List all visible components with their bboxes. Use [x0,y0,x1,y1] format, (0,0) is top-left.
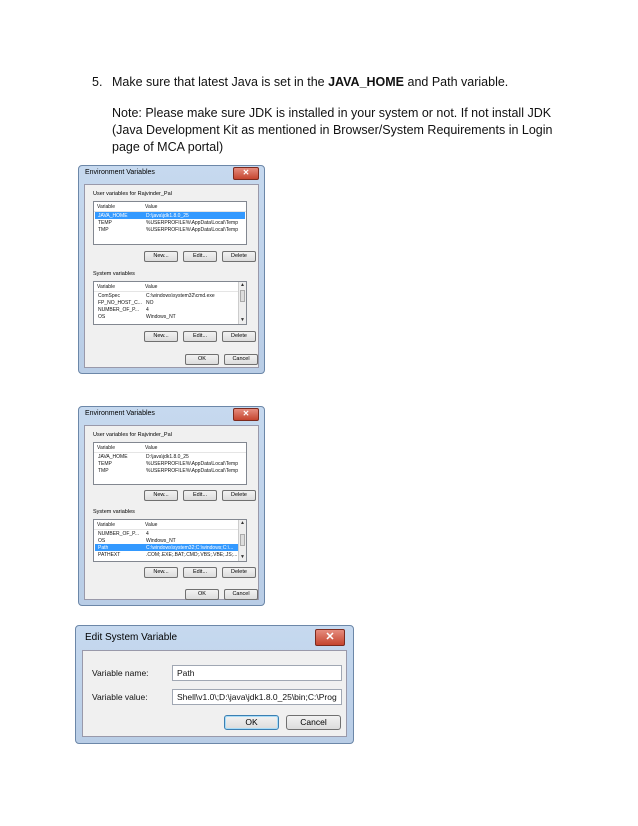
user-edit-button[interactable]: Edit... [183,490,217,501]
scrollbar[interactable]: ▲ ▼ [238,282,246,324]
close-icon[interactable]: ✕ [233,167,259,180]
ok-button[interactable]: OK [185,589,219,600]
system-edit-button[interactable]: Edit... [183,331,217,342]
dialog-title: Edit System Variable [85,632,178,643]
close-icon[interactable]: ✕ [233,408,259,421]
system-variables-label: System variables [93,271,135,277]
variable-value-field[interactable]: Shell\v1.0\;D:\java\jdk1.8.0_25\bin;C:\P… [172,689,342,705]
dialog-titlebar: Environment Variables ✕ [79,166,264,184]
system-variables-list[interactable]: Variable Value ComSpec C:\windows\system3… [93,281,247,325]
list-item[interactable]: Path C:\windows\system32;C:\windows;C:\..… [95,544,245,551]
system-variables-label: System variables [93,509,135,515]
list-header: Variable Value [94,443,246,453]
list-item[interactable]: NUMBER_OF_P... 4 [95,530,245,537]
scroll-thumb[interactable] [240,290,245,302]
ok-button[interactable]: OK [185,354,219,365]
user-variables-list[interactable]: Variable Value JAVA_HOME D:\java\jdk1.8.0… [93,201,247,245]
user-edit-button[interactable]: Edit... [183,251,217,262]
list-item[interactable]: FP_NO_HOST_C... NO [95,299,245,306]
dialog-titlebar: Environment Variables ✕ [79,407,264,425]
column-variable[interactable]: Variable [97,204,142,210]
user-new-button[interactable]: New... [144,490,178,501]
scroll-thumb[interactable] [240,534,245,546]
ok-button[interactable]: OK [224,715,279,730]
environment-variables-dialog-1: Environment Variables ✕ User variables f… [78,165,265,374]
system-new-button[interactable]: New... [144,331,178,342]
user-variables-label: User variables for Rajvinder_Pal [93,432,172,438]
list-item[interactable]: TMP %USERPROFILE%\AppData\Local\Temp [95,467,245,474]
scroll-down-icon[interactable]: ▼ [239,317,246,324]
system-delete-button[interactable]: Delete [222,567,256,578]
list-header: Variable Value [94,520,246,530]
user-variables-list[interactable]: Variable Value JAVA_HOME D:\java\jdk1.8.0… [93,442,247,485]
scroll-up-icon[interactable]: ▲ [239,520,246,527]
system-edit-button[interactable]: Edit... [183,567,217,578]
list-item[interactable]: ComSpec C:\windows\system32\cmd.exe [95,292,245,299]
list-item[interactable]: TEMP %USERPROFILE%\AppData\Local\Temp [95,219,245,226]
system-variables-list[interactable]: Variable Value NUMBER_OF_P... 4 OS Windows… [93,519,247,562]
dialog-body: User variables for Rajvinder_Pal Variabl… [84,425,259,600]
jdk-note: Note: Please make sure JDK is installed … [112,106,553,154]
column-value[interactable]: Value [145,445,255,451]
scroll-up-icon[interactable]: ▲ [239,282,246,289]
step-number: 5. [92,75,103,89]
column-variable[interactable]: Variable [97,284,142,290]
list-item[interactable]: TEMP %USERPROFILE%\AppData\Local\Temp [95,460,245,467]
variable-value-label: Variable value: [92,692,148,702]
dialog-body: Variable name: Path Variable value: Shel… [82,650,347,737]
list-item[interactable]: PATHEXT .COM;.EXE;.BAT;.CMD;.VBS;.VBE;.JS… [95,551,245,558]
user-variables-label: User variables for Rajvinder_Pal [93,191,172,197]
dialog-title: Environment Variables [85,169,155,176]
dialog-title: Environment Variables [85,410,155,417]
cancel-button[interactable]: Cancel [224,589,258,600]
dialog-body: User variables for Rajvinder_Pal Variabl… [84,184,259,368]
column-variable[interactable]: Variable [97,522,142,528]
close-icon[interactable]: ✕ [315,629,345,646]
step-text: Make sure that latest Java is set in the… [112,75,509,89]
list-header: Variable Value [94,282,246,292]
environment-variables-dialog-2: Environment Variables ✕ User variables f… [78,406,265,606]
user-delete-button[interactable]: Delete [222,490,256,501]
system-delete-button[interactable]: Delete [222,331,256,342]
list-item[interactable]: JAVA_HOME D:\java\jdk1.8.0_25 [95,212,245,219]
list-item[interactable]: NUMBER_OF_P... 4 [95,306,245,313]
list-item[interactable]: TMP %USERPROFILE%\AppData\Local\Temp [95,226,245,233]
edit-system-variable-dialog: Edit System Variable ✕ Variable name: Pa… [75,625,354,744]
cancel-button[interactable]: Cancel [286,715,341,730]
column-value[interactable]: Value [145,204,255,210]
scroll-down-icon[interactable]: ▼ [239,554,246,561]
cancel-button[interactable]: Cancel [224,354,258,365]
system-new-button[interactable]: New... [144,567,178,578]
list-item[interactable]: JAVA_HOME D:\java\jdk1.8.0_25 [95,453,245,460]
variable-name-label: Variable name: [92,668,149,678]
list-item[interactable]: OS Windows_NT [95,313,245,320]
dialog-titlebar: Edit System Variable ✕ [76,626,353,650]
list-item[interactable]: OS Windows_NT [95,537,245,544]
list-header: Variable Value [94,202,246,212]
java-home-bold: JAVA_HOME [328,75,405,89]
user-delete-button[interactable]: Delete [222,251,256,262]
variable-name-field[interactable]: Path [172,665,342,681]
scrollbar[interactable]: ▲ ▼ [238,520,246,561]
column-variable[interactable]: Variable [97,445,142,451]
user-new-button[interactable]: New... [144,251,178,262]
